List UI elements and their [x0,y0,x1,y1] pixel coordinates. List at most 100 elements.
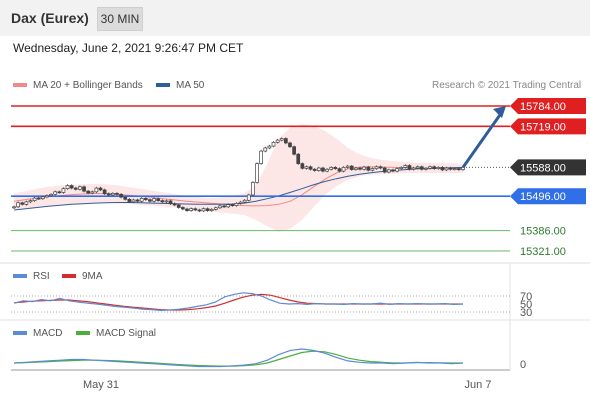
rsi-tick-label: 30 [520,307,532,319]
candle [296,153,301,164]
candle [222,205,226,208]
candle [61,188,66,193]
candle [82,186,86,192]
candle [428,166,432,169]
candle [176,204,181,208]
candle [32,197,37,201]
candle [205,208,210,211]
candle [86,190,90,194]
candle [436,167,441,169]
candle [308,166,313,170]
candle [94,187,99,193]
candle [135,199,140,202]
candle [407,165,412,170]
candle [213,207,218,210]
candle [378,166,383,169]
candle [387,169,391,173]
candle [226,204,231,208]
candle [362,166,366,170]
candle [399,167,404,169]
candle [168,200,173,205]
candle [457,168,461,170]
candle [370,168,375,171]
candle [329,167,334,170]
candle [345,165,350,168]
candle [193,208,198,211]
candle [12,206,16,209]
candle [143,198,148,200]
candle [415,166,420,169]
candle [106,193,111,196]
candle [246,194,251,201]
price-chart: May 31 Jun 7 70 50 30 0 15784.0015719.00… [0,98,590,391]
candle [189,208,193,211]
candle [181,207,185,210]
current-level-label: 15588.00 [520,162,566,174]
candle [312,168,317,171]
candle [111,193,115,196]
x-tick-label: Jun 7 [465,379,492,391]
candle [164,200,169,203]
resistance-level-label: 15784.00 [520,101,566,113]
candle [242,199,247,203]
candle [152,198,156,202]
candle [65,185,70,190]
candle [53,191,58,195]
candle [374,166,379,169]
candle [28,200,33,203]
candle [218,205,222,209]
x-tick-label: May 31 [83,379,119,391]
candle [209,208,214,211]
candle [127,198,132,203]
candle [49,193,53,196]
candle [395,168,399,172]
support-level-label: 15496.00 [520,191,566,203]
candle [119,193,123,198]
candle [251,182,255,196]
resistance-level-label: 15719.00 [520,121,566,133]
candle [139,198,144,202]
candle [263,147,268,152]
candle [148,199,152,202]
candle [90,191,95,194]
candle [271,141,276,147]
macd-tick-label: 0 [520,359,526,371]
candle [230,204,235,207]
candle [304,166,309,169]
target-level-label: 15321.00 [520,246,566,258]
candle [45,195,49,198]
candle [432,166,437,169]
candle [316,167,321,171]
candle [259,150,264,164]
forecast-arrow [461,111,504,169]
candle [284,138,288,144]
candle [403,165,408,168]
candle [444,167,449,171]
candle [325,168,329,172]
candle [448,167,453,170]
candle [440,167,445,171]
candle [382,167,387,173]
candle [160,200,165,203]
candle [197,209,202,212]
candle [292,146,296,155]
candle [366,166,371,171]
candle [279,138,284,141]
candle [69,185,74,189]
bollinger-band-area [14,124,463,232]
candle [238,201,243,204]
candle [40,196,45,200]
candle [123,196,128,200]
candle [288,142,292,148]
target-level-label: 15386.00 [520,226,566,238]
candle [185,208,189,211]
candle [201,208,206,212]
candle [424,167,428,170]
candle [172,203,177,206]
candle [349,165,354,170]
candle [156,198,161,201]
macd-line [13,348,464,368]
candle [419,166,424,170]
candle [20,202,25,205]
candle [300,163,305,169]
